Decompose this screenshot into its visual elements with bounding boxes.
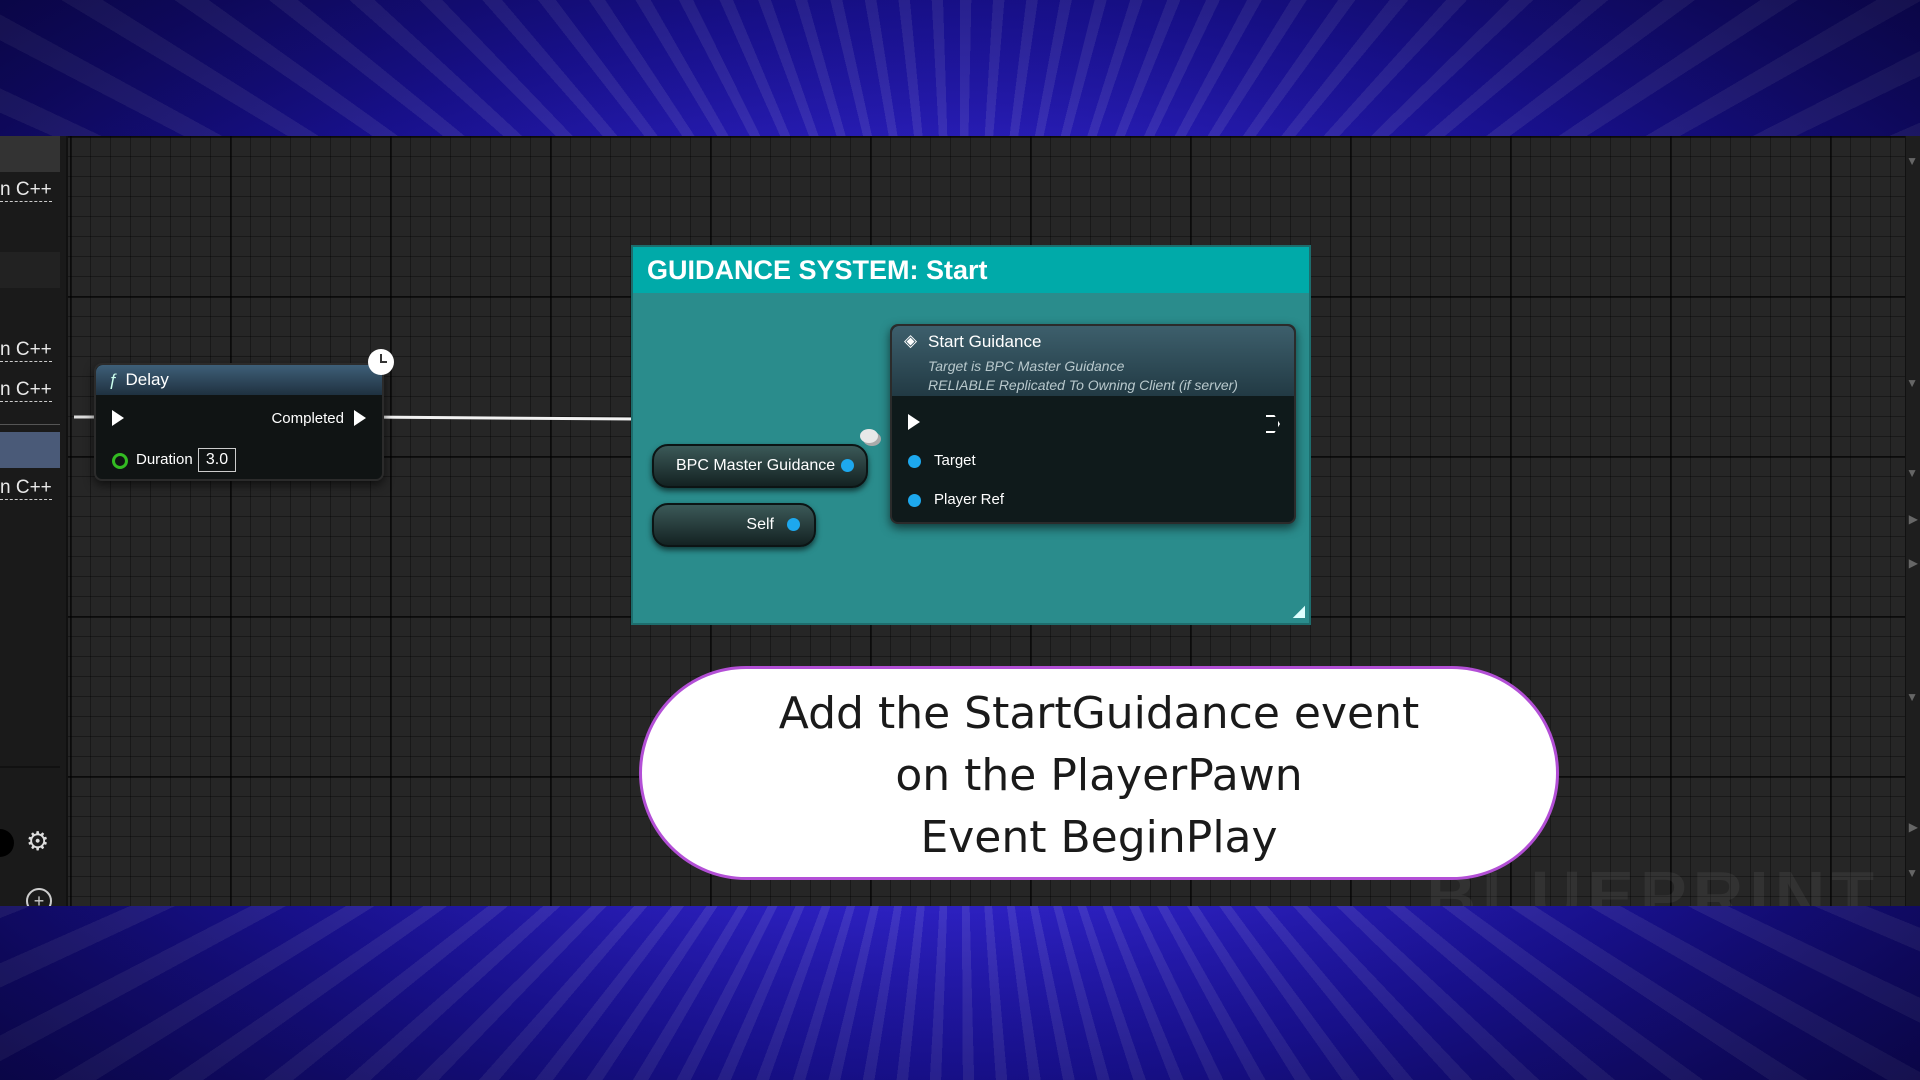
start-guidance-title: Start Guidance bbox=[928, 332, 1042, 351]
caption-text: Add the StartGuidance event on the Playe… bbox=[642, 669, 1556, 869]
start-guidance-header[interactable]: ◈ Start Guidance Target is BPC Master Gu… bbox=[892, 326, 1294, 396]
bpc-master-guidance-node[interactable]: BPC Master Guidance bbox=[652, 444, 868, 488]
caption-line-2: on the PlayerPawn bbox=[895, 750, 1303, 801]
clock-icon bbox=[368, 349, 394, 375]
target-label: Target bbox=[934, 452, 976, 469]
comment-title[interactable]: GUIDANCE SYSTEM: Start bbox=[633, 247, 1309, 293]
completed-exec-pin[interactable] bbox=[354, 410, 366, 426]
start-guidance-exec-out-pin[interactable] bbox=[1266, 415, 1280, 433]
duration-pin[interactable] bbox=[112, 453, 128, 469]
target-pin[interactable] bbox=[908, 455, 921, 468]
player-ref-label: Player Ref bbox=[934, 491, 1005, 508]
resize-icon[interactable]: ◢ bbox=[1293, 601, 1305, 621]
duration-label: Duration bbox=[136, 451, 193, 468]
self-node[interactable]: Self bbox=[652, 503, 816, 547]
duration-input[interactable]: 3.0 bbox=[198, 448, 236, 472]
self-label: Self bbox=[746, 516, 774, 533]
start-guidance-node[interactable]: ◈ Start Guidance Target is BPC Master Gu… bbox=[890, 324, 1296, 524]
event-icon: ◈ bbox=[904, 331, 918, 350]
function-icon: ƒ bbox=[108, 370, 118, 389]
caption-banner: Add the StartGuidance event on the Playe… bbox=[639, 666, 1559, 880]
bpc-master-guidance-label: BPC Master Guidance bbox=[676, 457, 836, 474]
self-output-pin[interactable] bbox=[787, 518, 800, 531]
delay-node-header[interactable]: ƒ Delay bbox=[96, 365, 382, 395]
caption-line-3: Event BeginPlay bbox=[920, 812, 1278, 863]
delay-node[interactable]: ƒ Delay Completed Duration 3.0 bbox=[94, 349, 394, 481]
caption-line-1: Add the StartGuidance event bbox=[778, 688, 1420, 739]
delay-node-title: Delay bbox=[125, 370, 169, 389]
start-guidance-exec-in-pin[interactable] bbox=[908, 414, 920, 430]
start-guidance-subtitle: Target is BPC Master Guidance bbox=[928, 358, 1125, 374]
bpc-output-pin[interactable] bbox=[841, 459, 854, 472]
reroute-knot[interactable] bbox=[860, 429, 878, 443]
completed-label: Completed bbox=[271, 410, 344, 427]
start-guidance-replication: RELIABLE Replicated To Owning Client (if… bbox=[928, 377, 1238, 393]
player-ref-pin[interactable] bbox=[908, 494, 921, 507]
delay-exec-in-pin[interactable] bbox=[112, 410, 124, 426]
